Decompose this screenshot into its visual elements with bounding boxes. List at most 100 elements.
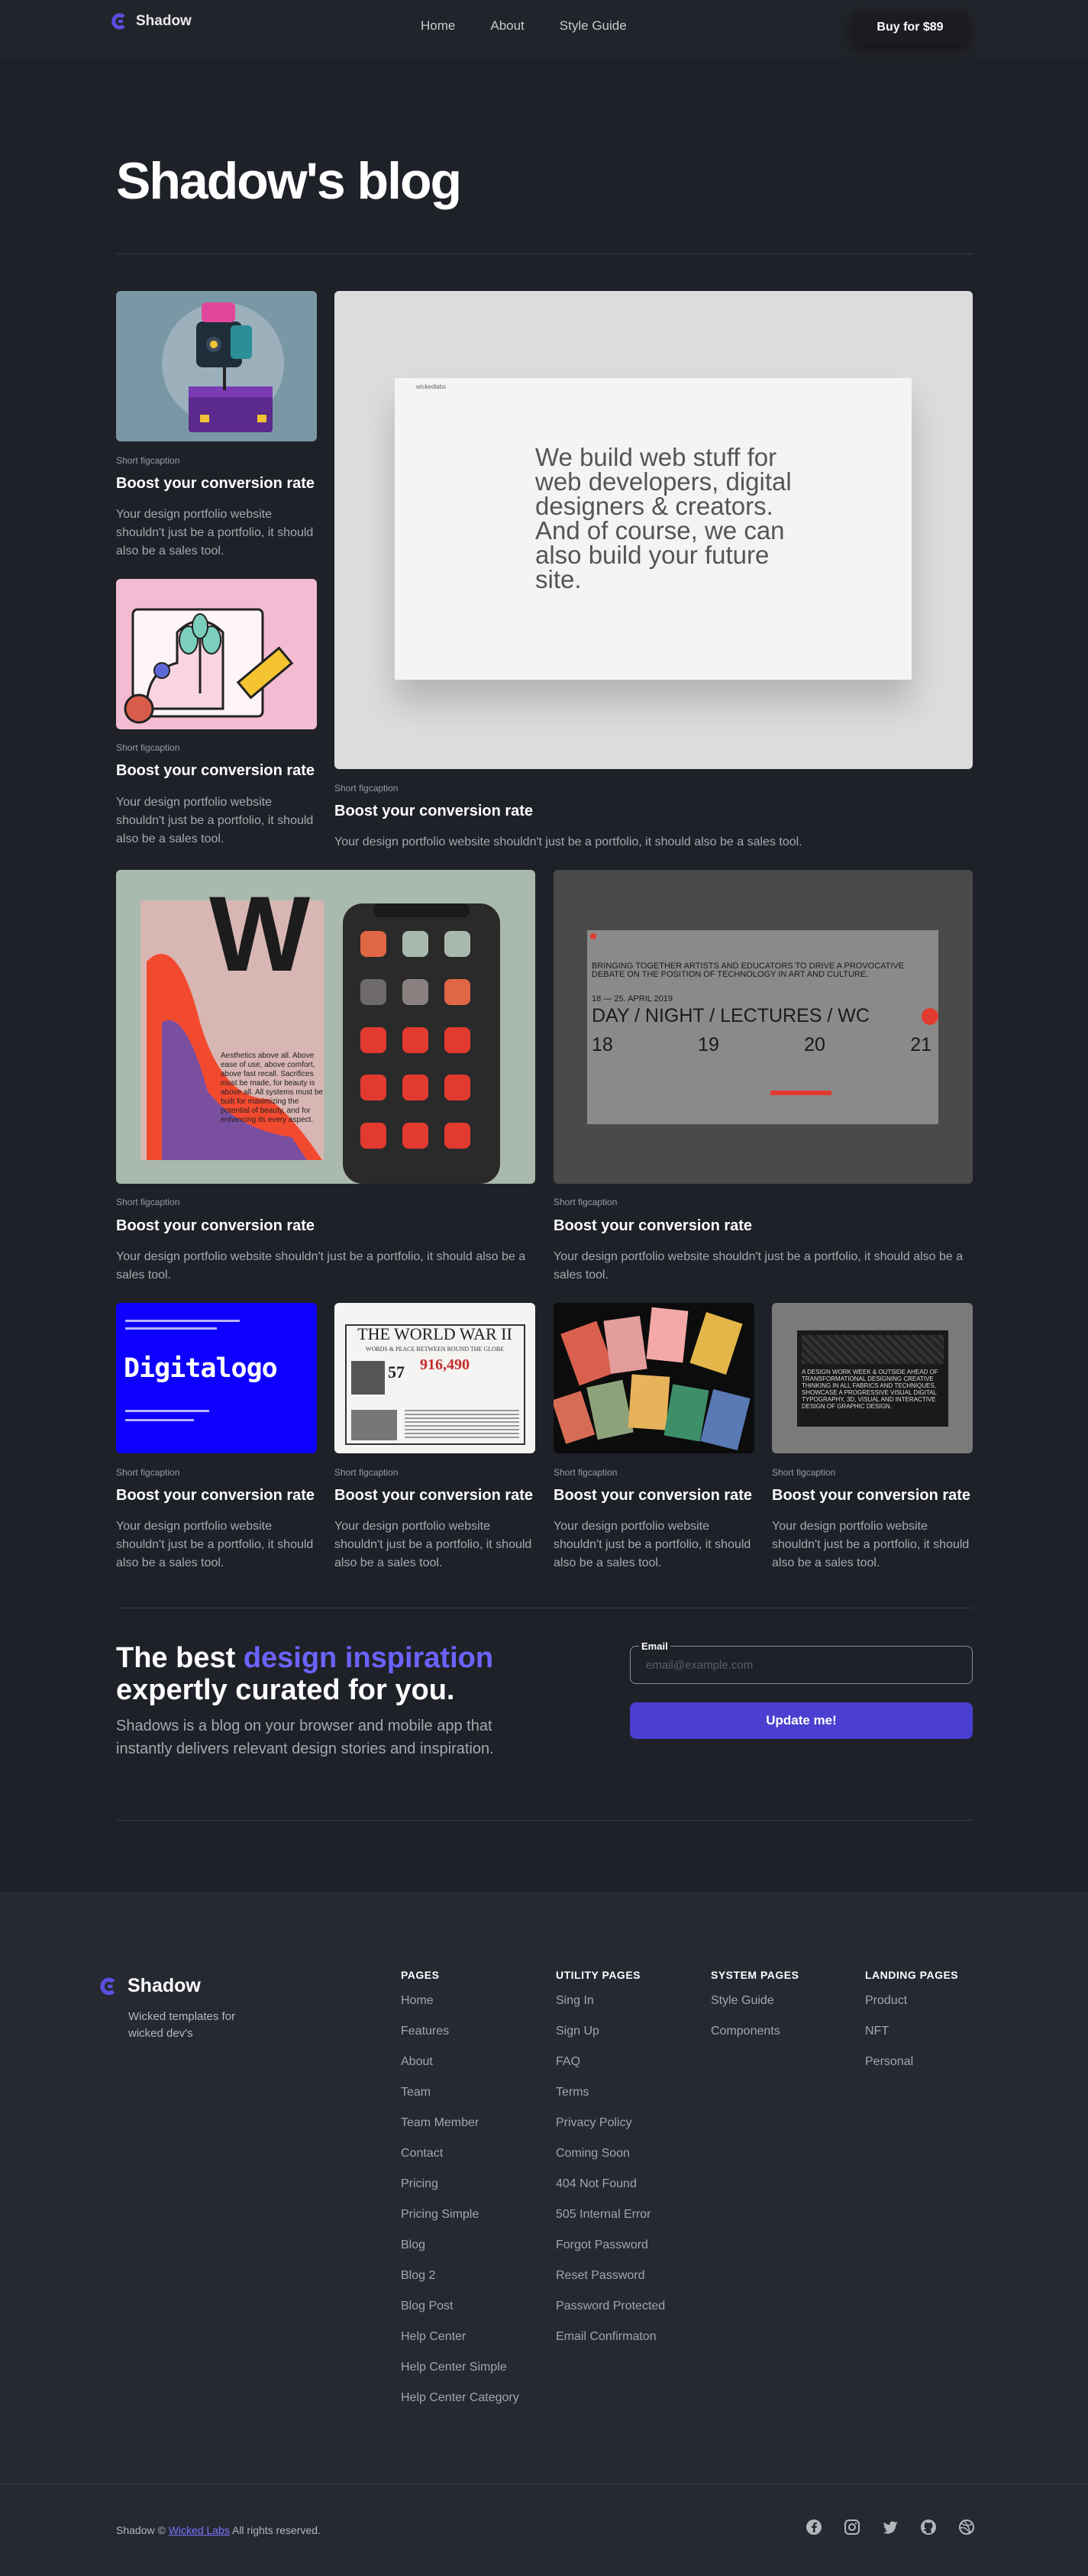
copyright-prefix: Shadow © <box>116 2524 166 2536</box>
event-dates: 18 — 25. APRIL 2019 <box>592 994 673 1004</box>
github-icon[interactable] <box>920 2519 937 2536</box>
post-title[interactable]: Boost your conversion rate <box>116 1217 315 1235</box>
post-title[interactable]: Boost your conversion rate <box>554 1487 752 1505</box>
footer-link[interactable]: Features <box>401 2022 519 2053</box>
post-thumbnail[interactable]: Digitalogo <box>116 1303 317 1453</box>
post-thumbnail[interactable]: W Aesthetics above all. Above ease of us… <box>116 870 535 1184</box>
facebook-icon[interactable] <box>806 2519 822 2536</box>
app-icon-grid <box>360 931 489 1160</box>
copyright-brand-link[interactable]: Wicked Labs <box>169 2524 230 2536</box>
footer-column-heading: PAGES <box>401 1969 440 1981</box>
footer-link[interactable]: Help Center Simple <box>401 2358 519 2389</box>
newsletter-title: The best design inspiration expertly cur… <box>116 1642 544 1706</box>
post-description: Your design portfolio website shouldn't … <box>554 1520 751 1569</box>
post-description: Your design portfolio website shouldn't … <box>334 836 802 848</box>
footer-link[interactable]: Contact <box>401 2145 519 2175</box>
footer-link[interactable]: Sign Up <box>556 2022 665 2053</box>
social-links <box>806 2519 975 2536</box>
post-figcaption: Short figcaption <box>116 1467 180 1478</box>
event-heading: BRINGING TOGETHER ARTISTS AND EDUCATORS … <box>592 962 905 979</box>
post-title[interactable]: Boost your conversion rate <box>116 1487 315 1505</box>
twitter-icon[interactable] <box>882 2519 899 2536</box>
footer-link[interactable]: Components <box>711 2022 799 2053</box>
robot-illustration <box>162 302 284 432</box>
footer-link[interactable]: Pricing Simple <box>401 2206 519 2236</box>
footer-link[interactable]: FAQ <box>556 2053 665 2083</box>
footer-link[interactable]: NFT <box>865 2022 958 2053</box>
poster-letter: W <box>209 874 311 994</box>
footer-link[interactable]: 505 Internal Error <box>556 2206 665 2236</box>
dark-site-mockup: A DESIGN WORK WEEK & OUTSIDE AHEAD OF TR… <box>797 1330 948 1427</box>
footer-logo[interactable]: Shadow <box>98 1975 201 1997</box>
post-description: Your design portfolio website shouldn't … <box>334 1520 532 1569</box>
post-title[interactable]: Boost your conversion rate <box>116 762 315 780</box>
footer-link[interactable]: Blog Post <box>401 2297 519 2328</box>
footer-link[interactable]: Pricing <box>401 2175 519 2206</box>
footer-link[interactable]: Terms <box>556 2083 665 2114</box>
footer-link[interactable]: Help Center <box>401 2328 519 2358</box>
website-mockup: wickedlabs We build web stuff for web de… <box>395 378 912 680</box>
post-figcaption: Short figcaption <box>116 455 180 466</box>
footer-link[interactable]: Email Confirmaton <box>556 2328 665 2358</box>
divider <box>116 1820 973 1821</box>
poster-text: Aesthetics above all. Above ease of use,… <box>221 1052 323 1124</box>
post-thumbnail[interactable] <box>554 1303 754 1453</box>
post-thumbnail[interactable]: A DESIGN WORK WEEK & OUTSIDE AHEAD OF TR… <box>772 1303 973 1453</box>
footer-link[interactable]: Team Member <box>401 2114 519 2145</box>
post-title[interactable]: Boost your conversion rate <box>116 475 315 493</box>
footer-link[interactable]: Sing In <box>556 1992 665 2022</box>
post-title[interactable]: Boost your conversion rate <box>334 1487 533 1505</box>
footer-link[interactable]: 404 Not Found <box>556 2175 665 2206</box>
event-words: DAY / NIGHT / LECTURES / WC <box>592 1005 870 1026</box>
page-title: Shadow's blog <box>116 152 462 210</box>
logo-icon <box>111 13 125 30</box>
buy-button[interactable]: Buy for $89 <box>852 11 968 44</box>
footer-link[interactable]: Style Guide <box>711 1992 799 2022</box>
instagram-icon[interactable] <box>844 2519 860 2536</box>
footer-column-heading: SYSTEM PAGES <box>711 1969 799 1981</box>
post-thumbnail[interactable]: BRINGING TOGETHER ARTISTS AND EDUCATORS … <box>554 870 973 1184</box>
post-title[interactable]: Boost your conversion rate <box>772 1487 970 1505</box>
post-description: Your design portfolio website shouldn't … <box>772 1520 970 1569</box>
footer-column-pages: PAGES Home Features About Team Team Memb… <box>401 1969 519 2419</box>
email-field[interactable] <box>630 1646 973 1684</box>
footer-link[interactable]: Product <box>865 1992 958 2022</box>
newsletter-title-rest: expertly curated for you. <box>116 1674 455 1706</box>
footer-link[interactable]: Team <box>401 2083 519 2114</box>
footer-link[interactable]: Home <box>401 1992 519 2022</box>
nav-home[interactable]: Home <box>421 18 455 34</box>
footer-link[interactable]: Blog <box>401 2236 519 2267</box>
nav-about[interactable]: About <box>490 18 524 34</box>
footer-link[interactable]: Reset Password <box>556 2267 665 2297</box>
post-title[interactable]: Boost your conversion rate <box>334 803 533 820</box>
post-thumbnail[interactable] <box>116 291 317 441</box>
dribbble-icon[interactable] <box>958 2519 975 2536</box>
featured-post-thumbnail[interactable]: wickedlabs We build web stuff for web de… <box>334 291 973 769</box>
post-title[interactable]: Boost your conversion rate <box>554 1217 752 1235</box>
footer-link[interactable]: Blog 2 <box>401 2267 519 2297</box>
footer-link[interactable]: Coming Soon <box>556 2145 665 2175</box>
copyright-suffix: All rights reserved. <box>231 2524 321 2536</box>
nav-style-guide[interactable]: Style Guide <box>560 18 627 34</box>
footer-link[interactable]: Password Protected <box>556 2297 665 2328</box>
footer-link[interactable]: Forgot Password <box>556 2236 665 2267</box>
header-logo[interactable]: Shadow <box>110 12 192 31</box>
footer-column-landing: LANDING PAGES Product NFT Personal <box>865 1969 958 2083</box>
subscribe-button[interactable]: Update me! <box>630 1702 973 1739</box>
post-description: Your design portfolio website shouldn't … <box>116 796 314 845</box>
newspaper-figure: 916,490 <box>420 1356 470 1373</box>
footer-link[interactable]: Privacy Policy <box>556 2114 665 2145</box>
copyright: Shadow © Wicked Labs All rights reserved… <box>116 2524 321 2536</box>
post-thumbnail[interactable] <box>116 579 317 729</box>
main-nav: Home About Style Guide <box>421 18 627 34</box>
post-description: Your design portfolio website shouldn't … <box>116 1520 314 1569</box>
logo-icon <box>100 1977 115 1995</box>
footer-column-heading: UTILITY PAGES <box>556 1969 641 1981</box>
footer-link[interactable]: Personal <box>865 2053 958 2083</box>
footer-link[interactable]: Help Center Category <box>401 2389 519 2419</box>
mockup-brand: wickedlabs <box>416 383 447 390</box>
post-thumbnail[interactable]: THE WORLD WAR II WORDS & PEACE BETWEEN R… <box>334 1303 535 1453</box>
site-header: Shadow Home About Style Guide Buy for $8… <box>0 0 1088 58</box>
newspaper-number: 57 <box>388 1362 405 1382</box>
footer-link[interactable]: About <box>401 2053 519 2083</box>
